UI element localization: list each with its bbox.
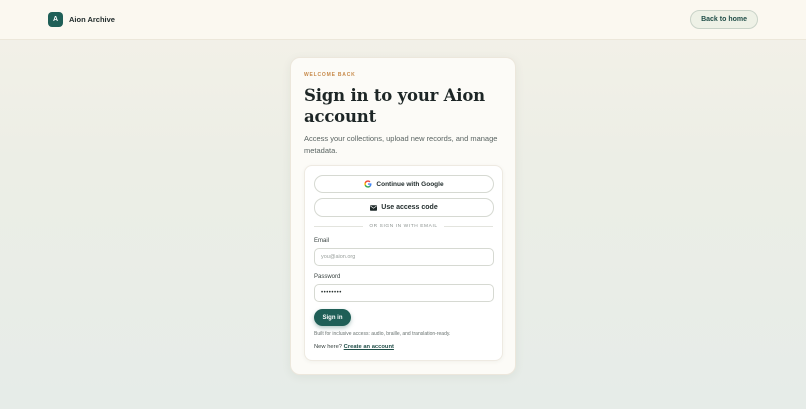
app-name: Aion Archive <box>69 15 115 24</box>
eyebrow-label: WELCOME BACK <box>304 72 356 78</box>
new-here-label: New here? <box>314 344 343 350</box>
or-divider: OR SIGN IN WITH EMAIL <box>314 224 493 229</box>
top-bar: A Aion Archive Back to home <box>0 0 806 40</box>
google-icon <box>364 180 372 188</box>
password-field[interactable]: •••••••• <box>314 284 494 302</box>
email-field[interactable]: you@aion.org <box>314 248 494 266</box>
back-to-home-button[interactable]: Back to home <box>690 10 758 29</box>
create-account-link[interactable]: Create an account <box>344 344 394 350</box>
logo-icon: A <box>48 12 63 27</box>
accessibility-note: Built for inclusive access: audio, brail… <box>314 331 451 337</box>
page-subtitle: Access your collections, upload new reco… <box>304 134 498 155</box>
password-label: Password <box>314 274 341 280</box>
signin-form-panel: Continue with Google Use access code OR … <box>304 165 503 361</box>
signin-card: WELCOME BACK Sign in to your Aion accoun… <box>290 57 516 375</box>
email-label: Email <box>314 238 330 244</box>
sign-in-button[interactable]: Sign in <box>314 309 351 326</box>
envelope-icon <box>370 204 378 211</box>
use-access-code-button[interactable]: Use access code <box>314 198 494 217</box>
divider-text: OR SIGN IN WITH EMAIL <box>369 224 438 229</box>
new-here-text: New here? Create an account <box>314 344 493 350</box>
use-access-code-label: Use access code <box>381 204 438 211</box>
continue-with-google-button[interactable]: Continue with Google <box>314 175 494 193</box>
page-title: Sign in to your Aion account <box>304 86 485 126</box>
brand[interactable]: A Aion Archive <box>48 12 115 27</box>
continue-with-google-label: Continue with Google <box>376 180 444 188</box>
